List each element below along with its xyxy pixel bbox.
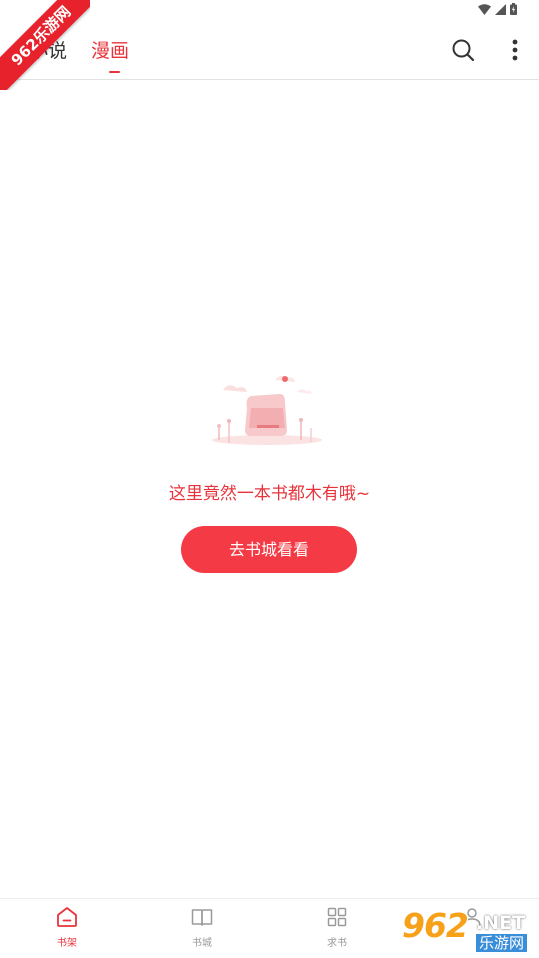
nav-label-bookstore: 书城 (192, 938, 212, 949)
search-button[interactable] (449, 36, 477, 64)
more-vertical-icon (512, 39, 518, 61)
watermark-brand-sub: 乐游网 (476, 934, 528, 952)
nav-item-request-book[interactable]: 求书 (302, 905, 372, 949)
go-to-bookstore-button[interactable]: 去书城看看 (181, 526, 357, 573)
watermark-brand-number: 962 (402, 906, 469, 945)
watermark-corner-logo: 962 .NET 乐游网 (400, 906, 534, 954)
home-icon (57, 907, 77, 927)
empty-bookshelf-illustration (212, 375, 322, 445)
battery-icon (510, 3, 517, 15)
grid-icon (327, 907, 347, 927)
book-icon (191, 909, 213, 926)
wifi-icon (478, 3, 491, 15)
more-menu-button[interactable] (501, 36, 529, 64)
cell-signal-icon (495, 3, 506, 15)
active-tab-indicator (109, 71, 120, 73)
watermark-ribbon-text: 962乐游网 (0, 0, 90, 90)
nav-label-request-book: 求书 (327, 938, 347, 949)
nav-label-bookshelf: 书架 (57, 938, 77, 949)
app-screen: 962乐游网 小说 漫画 这里竟然一本书都木有哦~ 去书城看看 书架 书城 求书… (0, 0, 539, 958)
watermark-brand-net: .NET (476, 912, 526, 934)
search-icon (452, 39, 475, 62)
watermark-ribbon: 962乐游网 (0, 0, 90, 90)
empty-state-message: 这里竟然一本书都木有哦~ (168, 484, 371, 504)
nav-item-bookshelf[interactable]: 书架 (32, 905, 102, 949)
status-icons (478, 3, 517, 15)
nav-item-bookstore[interactable]: 书城 (167, 905, 237, 949)
tab-comic[interactable]: 漫画 (91, 36, 129, 63)
